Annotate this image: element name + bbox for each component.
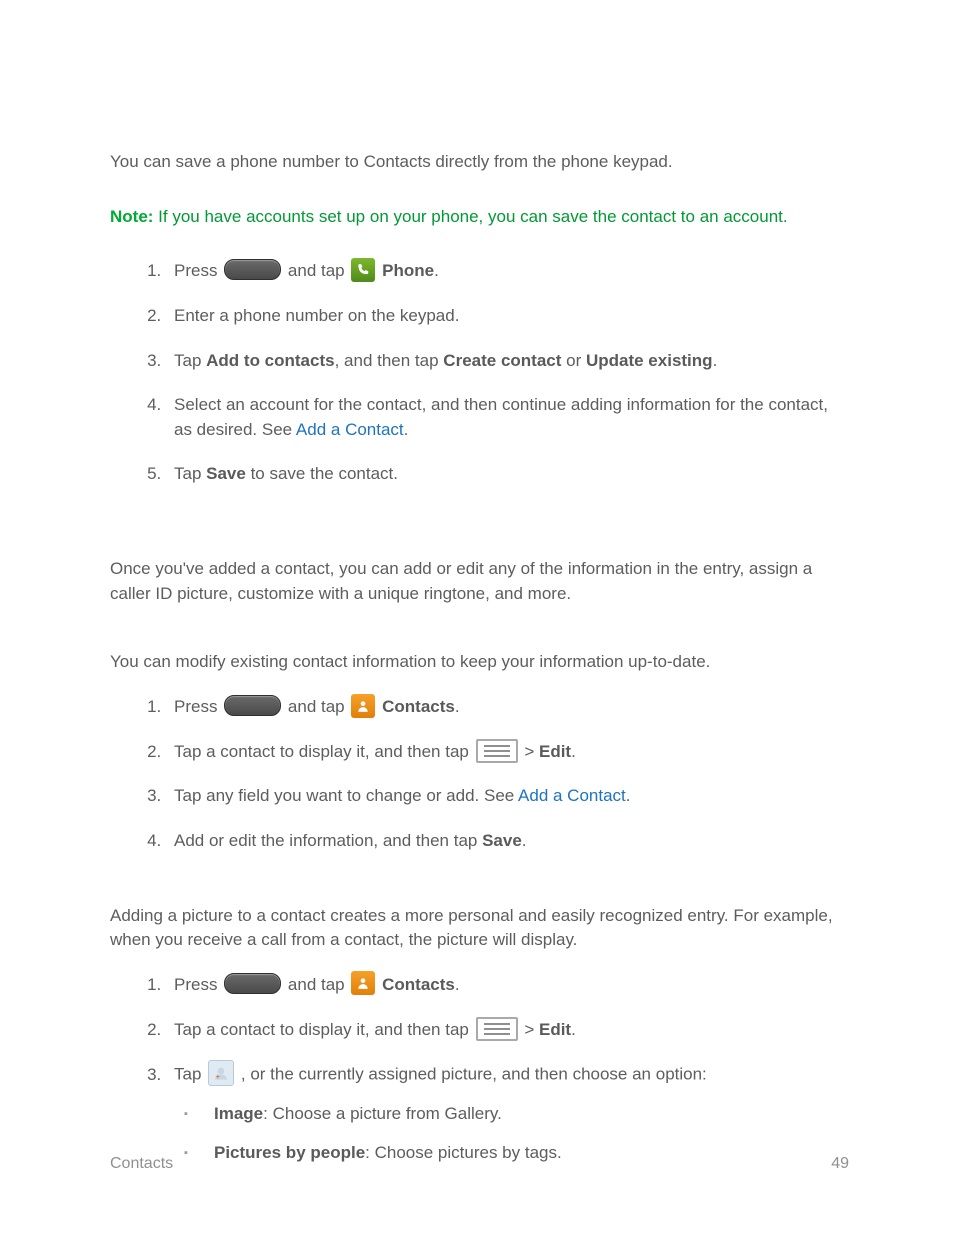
intro-save-number: You can save a phone number to Contacts …	[110, 150, 849, 175]
separator: >	[524, 1020, 539, 1039]
text: .	[571, 742, 576, 761]
link-add-a-contact[interactable]: Add a Contact	[518, 786, 626, 805]
svg-text:+: +	[216, 1072, 220, 1081]
list-item: Add or edit the information, and then ta…	[166, 829, 849, 854]
text: .	[571, 1020, 576, 1039]
text: Tap	[174, 351, 206, 370]
text: Tap a contact to display it, and then ta…	[174, 742, 474, 761]
list-item: Tap Save to save the contact.	[166, 462, 849, 487]
bold: Save	[206, 464, 246, 483]
note-line: Note: If you have accounts set up on you…	[110, 205, 849, 230]
text: .	[713, 351, 718, 370]
contacts-label: Contacts	[382, 975, 455, 994]
text: .	[455, 975, 460, 994]
list-item: Press and tap Contacts.	[166, 695, 849, 720]
text: Select an account for the contact, and t…	[174, 395, 828, 439]
menu-icon	[476, 739, 518, 763]
list-item: Tap a contact to display it, and then ta…	[166, 740, 849, 765]
link-add-a-contact[interactable]: Add a Contact	[296, 420, 404, 439]
text: Tap	[174, 464, 206, 483]
text: .	[404, 420, 409, 439]
intro-add-picture: Adding a picture to a contact creates a …	[110, 904, 849, 953]
list-item: Select an account for the contact, and t…	[166, 393, 849, 442]
note-text: If you have accounts set up on your phon…	[153, 207, 787, 226]
bold: Edit	[539, 742, 571, 761]
text: and tap	[288, 975, 349, 994]
bold: Edit	[539, 1020, 571, 1039]
home-key-icon	[224, 259, 281, 280]
note-label: Note:	[110, 207, 153, 226]
bold: Save	[482, 831, 522, 850]
list-item: Enter a phone number on the keypad.	[166, 304, 849, 329]
contacts-app-icon	[351, 971, 375, 995]
footer-section: Contacts	[110, 1152, 173, 1175]
page-footer: Contacts 49	[110, 1152, 849, 1175]
steps-edit-contact: Press and tap Contacts. Tap a contact to…	[166, 695, 849, 854]
bold: Update existing	[586, 351, 713, 370]
list-item: Image: Choose a picture from Gallery.	[174, 1102, 849, 1127]
page-content: You can save a phone number to Contacts …	[0, 0, 954, 1165]
footer-page-number: 49	[831, 1152, 849, 1175]
text: .	[455, 697, 460, 716]
separator: >	[524, 742, 539, 761]
intro-edit-contact: Once you've added a contact, you can add…	[110, 557, 849, 606]
phone-label: Phone	[382, 261, 434, 280]
text: Press	[174, 261, 222, 280]
text: .	[434, 261, 439, 280]
list-item: Press and tap Contacts.	[166, 973, 849, 998]
phone-app-icon	[351, 258, 375, 282]
text: Tap	[174, 1065, 206, 1084]
steps-save-number: Press and tap Phone. Enter a phone numbe…	[166, 259, 849, 487]
text: .	[626, 786, 631, 805]
text: , and then tap	[335, 351, 444, 370]
text: : Choose a picture from Gallery.	[263, 1104, 502, 1123]
list-item: Press and tap Phone.	[166, 259, 849, 284]
text: or	[561, 351, 586, 370]
text: Tap a contact to display it, and then ta…	[174, 1020, 474, 1039]
text: and tap	[288, 261, 349, 280]
text: Press	[174, 697, 222, 716]
text: Tap any field you want to change or add.…	[174, 786, 518, 805]
text: .	[522, 831, 527, 850]
bold: Add to contacts	[206, 351, 334, 370]
list-item: Tap Add to contacts, and then tap Create…	[166, 349, 849, 374]
menu-icon	[476, 1017, 518, 1041]
text: , or the currently assigned picture, and…	[241, 1065, 707, 1084]
steps-add-picture: Press and tap Contacts. Tap a contact to…	[166, 973, 849, 1166]
intro-modify: You can modify existing contact informat…	[110, 650, 849, 675]
contact-placeholder-icon: +	[208, 1060, 234, 1086]
text: Add or edit the information, and then ta…	[174, 831, 482, 850]
list-item: Tap any field you want to change or add.…	[166, 784, 849, 809]
text: to save the contact.	[246, 464, 398, 483]
contacts-label: Contacts	[382, 697, 455, 716]
bold: Create contact	[443, 351, 561, 370]
home-key-icon	[224, 695, 281, 716]
contacts-app-icon	[351, 694, 375, 718]
text: Press	[174, 975, 222, 994]
list-item: Tap a contact to display it, and then ta…	[166, 1018, 849, 1043]
list-item: Tap + , or the currently assigned pictur…	[166, 1062, 849, 1165]
home-key-icon	[224, 973, 281, 994]
bold: Image	[214, 1104, 263, 1123]
text: and tap	[288, 697, 349, 716]
